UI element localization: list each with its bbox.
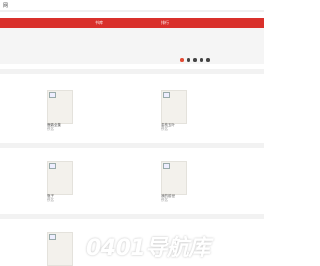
book-cover[interactable] <box>161 90 187 124</box>
book-author: 佚名 <box>47 198 54 202</box>
site-logo[interactable]: 网 <box>3 2 8 9</box>
section-divider <box>0 69 264 74</box>
section-divider <box>0 143 264 148</box>
banner-carousel[interactable] <box>0 28 264 64</box>
broken-image-icon <box>49 163 56 169</box>
nav-item-library[interactable]: 书库 <box>66 20 132 26</box>
book-author: 佚名 <box>47 127 54 131</box>
section-divider <box>0 214 264 219</box>
carousel-dot[interactable] <box>186 58 190 62</box>
nav-item-ranking[interactable]: 排行 <box>132 20 198 26</box>
book-cover[interactable] <box>47 90 73 124</box>
book-cover[interactable] <box>161 161 187 195</box>
carousel-dot[interactable] <box>180 58 184 62</box>
carousel-dot[interactable] <box>199 58 203 62</box>
site-watermark: 0401导航库 <box>86 236 210 261</box>
broken-image-icon <box>49 92 56 98</box>
book-cover[interactable] <box>47 161 73 195</box>
carousel-dot[interactable] <box>206 58 210 62</box>
carousel-dot[interactable] <box>193 58 197 62</box>
broken-image-icon <box>49 234 56 240</box>
broken-image-icon <box>163 92 170 98</box>
carousel-dots <box>180 58 210 62</box>
book-author: 佚名 <box>161 198 168 202</box>
broken-image-icon <box>163 163 170 169</box>
header-divider <box>0 10 264 12</box>
main-nav: 书库 排行 <box>0 18 264 28</box>
book-author: 佚名 <box>161 127 168 131</box>
